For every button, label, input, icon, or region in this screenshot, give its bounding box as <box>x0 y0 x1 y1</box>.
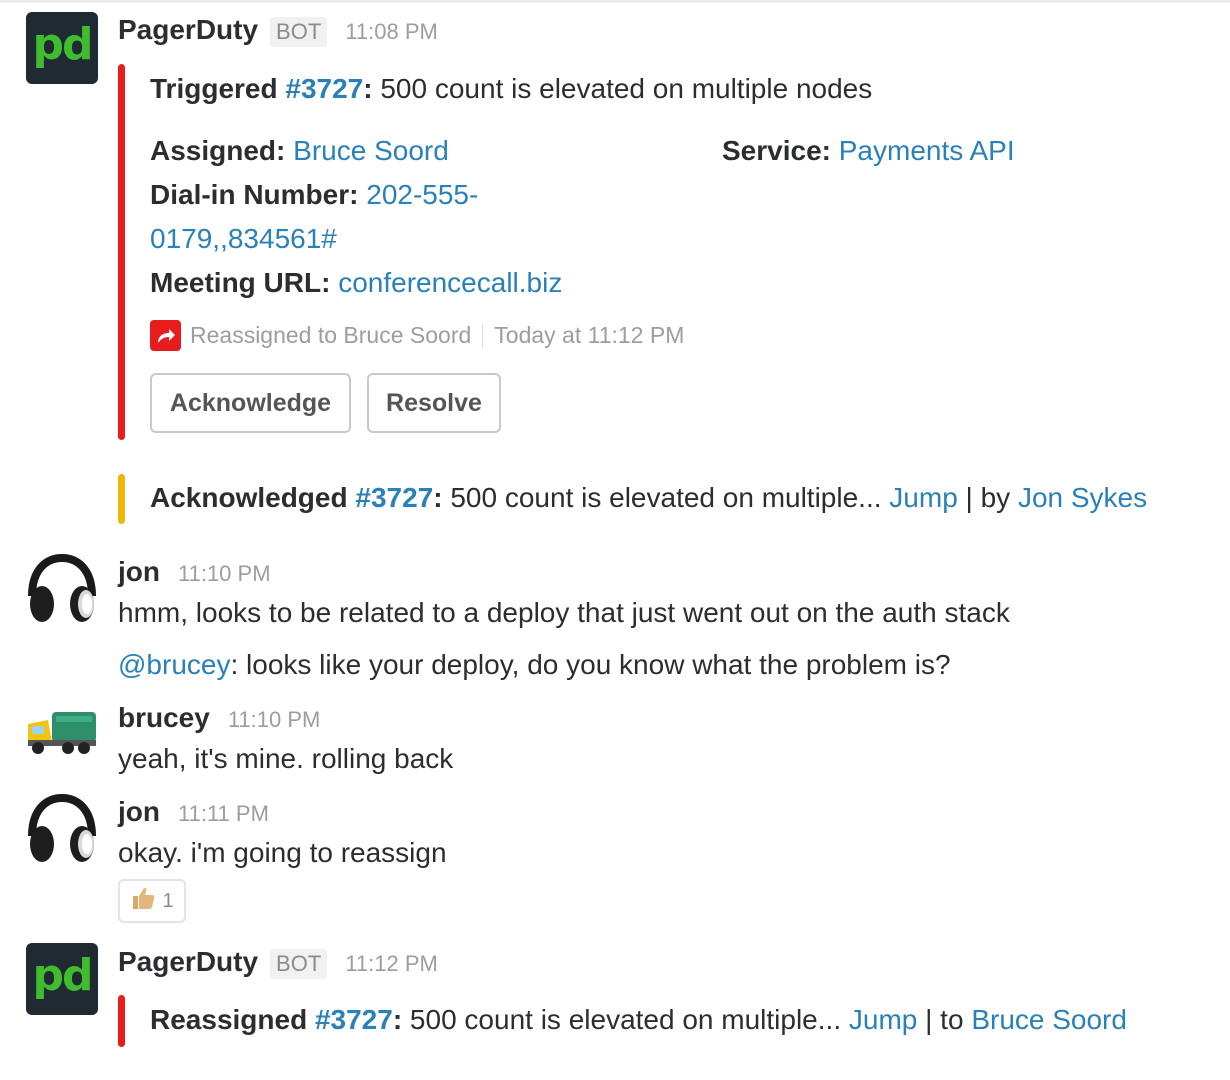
field-label: Meeting URL: <box>150 267 331 298</box>
field-dialin-cont: 0179,,834561# <box>150 222 337 256</box>
username[interactable]: PagerDuty <box>118 14 258 46</box>
attachment-context: Reassigned to Bruce Soord Today at 11:12… <box>150 320 684 351</box>
pagerduty-logo-text: pd <box>32 950 94 1001</box>
context-text: Reassigned to Bruce Soord <box>190 322 472 348</box>
mention-message-text: : looks like your deploy, do you know wh… <box>230 649 951 680</box>
username[interactable]: brucey <box>118 702 210 734</box>
username[interactable]: jon <box>118 796 160 828</box>
pagerduty-avatar[interactable]: pd <box>26 12 98 84</box>
attachment-title: Triggered #3727: 500 count is elevated o… <box>150 72 872 106</box>
field-label: Dial-in Number: <box>150 179 359 210</box>
incident-summary: 500 count is elevated on multiple... <box>402 1004 842 1035</box>
user-mention[interactable]: @brucey <box>118 649 230 680</box>
jon-avatar-headphones[interactable] <box>24 790 96 862</box>
incident-summary: 500 count is elevated on multiple nodes <box>372 73 873 104</box>
jump-link[interactable]: Jump <box>849 1004 917 1035</box>
meeting-url-link[interactable]: conferencecall.biz <box>338 267 562 298</box>
incident-status: Reassigned <box>150 1004 308 1035</box>
incident-summary: 500 count is elevated on multiple... <box>442 482 882 513</box>
context-time: Today at 11:12 PM <box>494 322 685 348</box>
message-text: hmm, looks to be related to a deploy tha… <box>118 597 1010 628</box>
brucey-avatar-truck[interactable] <box>24 702 96 774</box>
field-label: Service: <box>722 135 831 166</box>
field-dialin: Dial-in Number: 202-555- <box>150 178 478 212</box>
user-link[interactable]: Bruce Soord <box>971 1004 1127 1035</box>
reaction-thumbs-up[interactable]: 1 <box>118 879 186 923</box>
title-colon: : <box>433 482 443 513</box>
acknowledged-attachment: Acknowledged #3727: 500 count is elevate… <box>150 481 1147 515</box>
dialin-link-cont[interactable]: 0179,,834561# <box>150 223 337 254</box>
bot-badge: BOT <box>270 17 328 47</box>
reassign-arrow-icon <box>150 320 181 351</box>
reassigned-attachment: Reassigned #3727: 500 count is elevated … <box>150 1003 1127 1037</box>
message-header: PagerDuty BOT 11:08 PM <box>118 14 438 47</box>
field-meeting-url: Meeting URL: conferencecall.biz <box>150 266 562 300</box>
bot-badge: BOT <box>270 949 328 979</box>
username[interactable]: jon <box>118 556 160 588</box>
context-separator <box>482 323 484 348</box>
service-link[interactable]: Payments API <box>839 135 1015 166</box>
incident-link[interactable]: #3727 <box>315 1004 393 1035</box>
attachment-color-bar-triggered <box>118 64 125 440</box>
message-text: @brucey: looks like your deploy, do you … <box>118 648 951 682</box>
incident-status: Acknowledged <box>150 482 348 513</box>
timestamp[interactable]: 11:10 PM <box>178 561 271 587</box>
field-label: Assigned: <box>150 135 286 166</box>
field-service: Service: Payments API <box>722 134 1015 168</box>
pagerduty-avatar[interactable]: pd <box>26 943 98 1015</box>
username[interactable]: PagerDuty <box>118 946 258 978</box>
message-header: jon 11:11 PM <box>118 796 269 828</box>
pagerduty-logo-text: pd <box>32 19 94 70</box>
message-header: PagerDuty BOT 11:12 PM <box>118 946 438 979</box>
message-text: okay. i'm going to reassign <box>118 837 447 868</box>
timestamp[interactable]: 11:10 PM <box>228 707 321 733</box>
timestamp[interactable]: 11:11 PM <box>178 801 269 827</box>
acknowledge-button[interactable]: Acknowledge <box>150 373 351 433</box>
timestamp[interactable]: 11:08 PM <box>345 19 438 45</box>
timestamp[interactable]: 11:12 PM <box>345 951 438 977</box>
message-header: jon 11:10 PM <box>118 556 271 588</box>
title-colon: : <box>392 1004 403 1035</box>
resolve-button[interactable]: Resolve <box>367 373 501 433</box>
dialin-link[interactable]: 202-555- <box>366 179 478 210</box>
message-text: yeah, it's mine. rolling back <box>118 743 454 774</box>
title-colon: : <box>363 73 373 104</box>
incident-link[interactable]: #3727 <box>355 482 433 513</box>
user-link[interactable]: Jon Sykes <box>1018 482 1147 513</box>
top-divider <box>0 0 1230 3</box>
reaction-count: 1 <box>162 889 174 912</box>
attachment-color-bar-acknowledged <box>118 474 125 524</box>
incident-link[interactable]: #3727 <box>285 73 363 104</box>
by-separator: | by <box>957 482 1018 513</box>
thumbs-up-icon <box>130 885 156 917</box>
jump-link[interactable]: Jump <box>889 482 957 513</box>
attachment-color-bar-reassigned <box>118 995 125 1047</box>
incident-status: Triggered <box>150 73 278 104</box>
assignee-link[interactable]: Bruce Soord <box>293 135 449 166</box>
to-separator: | to <box>917 1004 972 1035</box>
field-assigned: Assigned: Bruce Soord <box>150 134 449 168</box>
message-header: brucey 11:10 PM <box>118 702 320 734</box>
jon-avatar-headphones[interactable] <box>24 550 96 622</box>
